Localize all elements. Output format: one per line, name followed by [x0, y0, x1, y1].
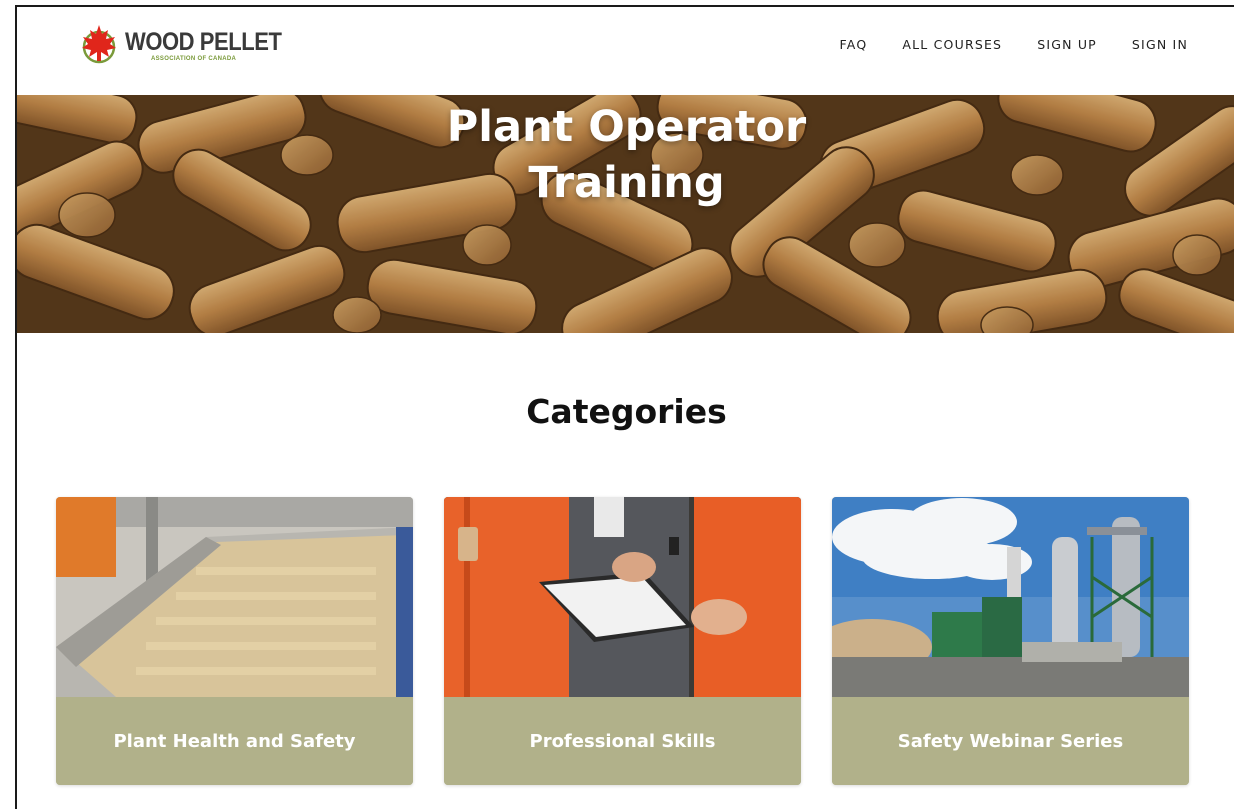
- category-card-safety-webinar[interactable]: Safety Webinar Series: [832, 497, 1189, 785]
- category-card-plant-health[interactable]: Plant Health and Safety: [56, 497, 413, 785]
- categories-heading: Categories: [526, 392, 727, 431]
- nav-sign-up[interactable]: SIGN UP: [1037, 37, 1097, 52]
- category-label: Professional Skills: [444, 697, 801, 785]
- page-frame: WOOD PELLET ASSOCIATION OF CANADA FAQ AL…: [15, 5, 1234, 809]
- hero-title: Plant Operator Training: [17, 99, 1234, 211]
- nav-sign-in[interactable]: SIGN IN: [1132, 37, 1188, 52]
- nav-faq[interactable]: FAQ: [840, 37, 868, 52]
- hero-title-line2: Training: [528, 158, 725, 208]
- category-card-professional-skills[interactable]: Professional Skills: [444, 497, 801, 785]
- brand-subtitle: ASSOCIATION OF CANADA: [151, 56, 237, 62]
- industrial-plant-image: [832, 497, 1189, 697]
- category-label: Safety Webinar Series: [832, 697, 1189, 785]
- site-header: WOOD PELLET ASSOCIATION OF CANADA FAQ AL…: [17, 7, 1234, 95]
- site-logo[interactable]: WOOD PELLET ASSOCIATION OF CANADA: [79, 21, 282, 69]
- hero-banner: Plant Operator Training: [17, 95, 1234, 333]
- pellet-conveyor-image: [56, 497, 413, 697]
- brand-name: WOOD PELLET: [125, 28, 282, 56]
- category-label: Plant Health and Safety: [56, 697, 413, 785]
- nav-all-courses[interactable]: ALL COURSES: [902, 37, 1002, 52]
- maple-leaf-icon: [82, 25, 116, 64]
- main-nav: FAQ ALL COURSES SIGN UP SIGN IN: [840, 37, 1188, 52]
- workers-clipboard-image: [444, 497, 801, 697]
- hero-title-line1: Plant Operator: [446, 102, 807, 152]
